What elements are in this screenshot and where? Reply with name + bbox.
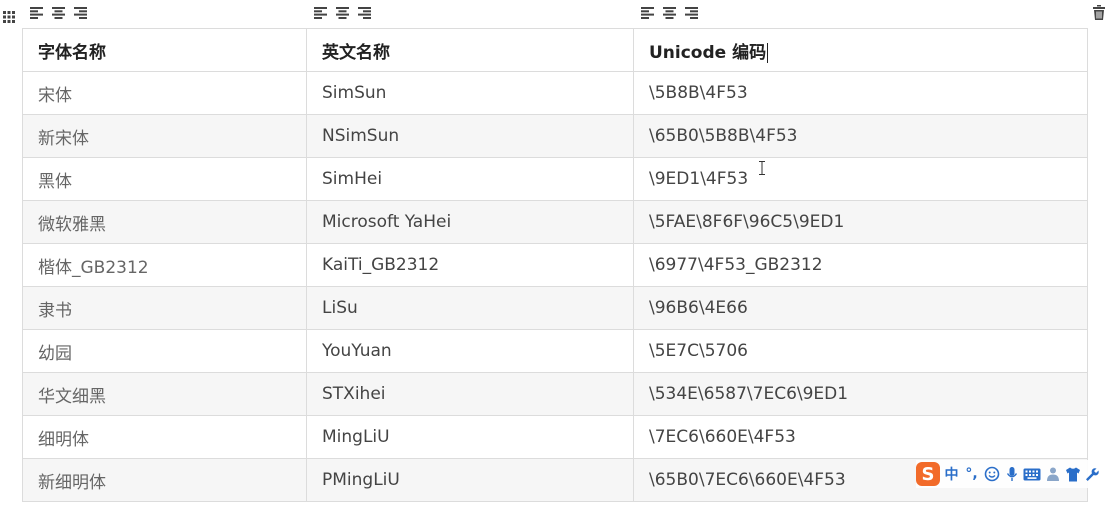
- ime-mode-toggle[interactable]: 中: [943, 464, 960, 484]
- cell-font-name[interactable]: 楷体_GB2312: [22, 243, 307, 287]
- align-left-icon[interactable]: [641, 7, 654, 19]
- table-header-row: 字体名称 英文名称 Unicode 编码: [22, 28, 1088, 72]
- cell-font-name[interactable]: 新宋体: [22, 114, 307, 158]
- table-row: 楷体_GB2312 KaiTi_GB2312 \6977\4F53_GB2312: [22, 243, 1088, 287]
- sogou-logo-icon[interactable]: S: [916, 462, 940, 486]
- font-table: 字体名称 英文名称 Unicode 编码 宋体 SimSun \5B8B\4F53 新…: [22, 28, 1088, 502]
- table-row: 隶书 LiSu \96B6\4E66: [22, 286, 1088, 330]
- align-center-icon[interactable]: [663, 7, 676, 19]
- person-icon[interactable]: [1044, 464, 1061, 484]
- cell-font-name[interactable]: 华文细黑: [22, 372, 307, 416]
- cell-unicode[interactable]: \6977\4F53_GB2312: [633, 243, 1088, 287]
- wrench-icon[interactable]: [1084, 464, 1101, 484]
- table-row: 幼园 YouYuan \5E7C\5706: [22, 329, 1088, 373]
- cell-unicode[interactable]: \5B8B\4F53: [633, 71, 1088, 115]
- table-row: 宋体 SimSun \5B8B\4F53: [22, 71, 1088, 115]
- align-right-icon[interactable]: [358, 7, 371, 19]
- align-right-icon[interactable]: [685, 7, 698, 19]
- cell-font-name[interactable]: 新细明体: [22, 458, 307, 502]
- cell-english-name[interactable]: KaiTi_GB2312: [306, 243, 634, 287]
- text-caret: [767, 42, 769, 63]
- ime-toolbar: S 中 °,: [916, 460, 1111, 488]
- ime-punctuation-toggle[interactable]: °,: [963, 464, 980, 484]
- cell-unicode[interactable]: \9ED1\4F53: [633, 157, 1088, 201]
- delete-table-trash-icon[interactable]: [1093, 5, 1105, 20]
- align-center-icon[interactable]: [336, 7, 349, 19]
- cell-unicode[interactable]: \96B6\4E66: [633, 286, 1088, 330]
- cell-font-name[interactable]: 细明体: [22, 415, 307, 459]
- cell-english-name[interactable]: SimSun: [306, 71, 634, 115]
- cell-english-name[interactable]: Microsoft YaHei: [306, 200, 634, 244]
- shirt-icon[interactable]: [1064, 464, 1081, 484]
- ibeam-cursor-icon: [758, 160, 766, 175]
- align-left-icon[interactable]: [314, 7, 327, 19]
- table-row: 新宋体 NSimSun \65B0\5B8B\4F53: [22, 114, 1088, 158]
- cell-unicode[interactable]: \5E7C\5706: [633, 329, 1088, 373]
- table-grid-handle-icon[interactable]: [3, 8, 15, 23]
- align-center-icon[interactable]: [52, 7, 65, 19]
- column-3-align-controls: [641, 7, 698, 19]
- table-row: 黑体 SimHei \9ED1\4F53: [22, 157, 1088, 201]
- cell-english-name[interactable]: LiSu: [306, 286, 634, 330]
- table-row: 细明体 MingLiU \7EC6\660E\4F53: [22, 415, 1088, 459]
- cell-font-name[interactable]: 微软雅黑: [22, 200, 307, 244]
- cell-font-name[interactable]: 黑体: [22, 157, 307, 201]
- cell-english-name[interactable]: PMingLiU: [306, 458, 634, 502]
- column-1-align-controls: [30, 7, 87, 19]
- smiley-icon[interactable]: [983, 464, 1000, 484]
- table-body: 宋体 SimSun \5B8B\4F53 新宋体 NSimSun \65B0\5B8B\4…: [22, 71, 1088, 502]
- microphone-icon[interactable]: [1003, 464, 1020, 484]
- cell-unicode[interactable]: \7EC6\660E\4F53: [633, 415, 1088, 459]
- align-left-icon[interactable]: [30, 7, 43, 19]
- table-toolbar: [0, 0, 1111, 28]
- cell-unicode[interactable]: \65B0\5B8B\4F53: [633, 114, 1088, 158]
- cell-english-name[interactable]: NSimSun: [306, 114, 634, 158]
- header-unicode[interactable]: Unicode 编码: [633, 28, 1088, 72]
- cell-font-name[interactable]: 幼园: [22, 329, 307, 373]
- table-row: 微软雅黑 Microsoft YaHei \5FAE\8F6F\96C5\9ED1: [22, 200, 1088, 244]
- header-font-name[interactable]: 字体名称: [22, 28, 307, 72]
- align-right-icon[interactable]: [74, 7, 87, 19]
- table-row: 华文细黑 STXihei \534E\6587\7EC6\9ED1: [22, 372, 1088, 416]
- cell-unicode[interactable]: \5FAE\8F6F\96C5\9ED1: [633, 200, 1088, 244]
- cell-english-name[interactable]: STXihei: [306, 372, 634, 416]
- keyboard-icon[interactable]: [1023, 464, 1041, 484]
- cell-english-name[interactable]: SimHei: [306, 157, 634, 201]
- cell-unicode[interactable]: \534E\6587\7EC6\9ED1: [633, 372, 1088, 416]
- column-2-align-controls: [314, 7, 371, 19]
- cell-english-name[interactable]: YouYuan: [306, 329, 634, 373]
- cell-font-name[interactable]: 宋体: [22, 71, 307, 115]
- cell-font-name[interactable]: 隶书: [22, 286, 307, 330]
- cell-english-name[interactable]: MingLiU: [306, 415, 634, 459]
- header-english-name[interactable]: 英文名称: [306, 28, 634, 72]
